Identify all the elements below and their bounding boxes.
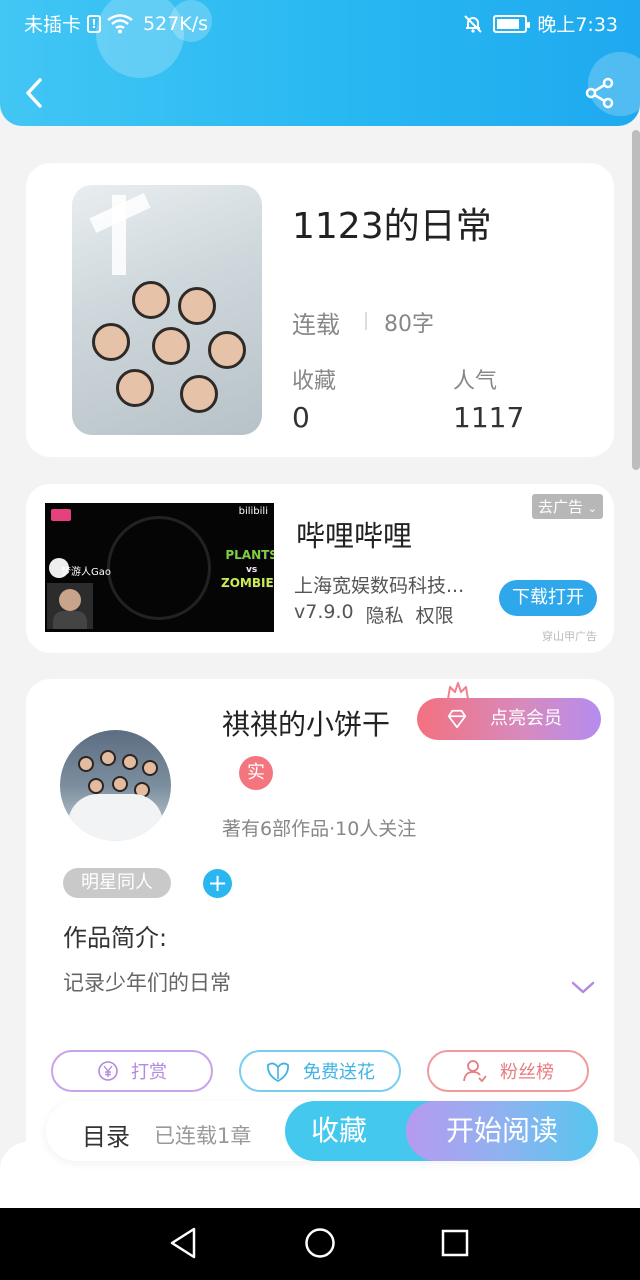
intro-text: 记录少年们的日常	[63, 971, 231, 995]
nav-back-icon[interactable]	[168, 1226, 198, 1260]
nav-recents-icon[interactable]	[441, 1229, 469, 1257]
status-bar-right: 晚上7:33	[463, 10, 618, 37]
flower-label: 免费送花	[303, 1062, 375, 1083]
book-title: 1123的日常	[292, 206, 492, 247]
fans-rank-button[interactable]: 粉丝榜	[427, 1050, 589, 1092]
table-of-contents-button[interactable]: 目录	[82, 1117, 130, 1152]
cover-group-photo	[82, 275, 252, 425]
mute-bell-icon	[464, 14, 483, 33]
chevron-down-icon: ⌄	[587, 502, 598, 515]
free-flower-button[interactable]: 免费送花	[239, 1050, 401, 1092]
fans-user-icon	[463, 1060, 487, 1083]
ad-thumb-logo: bilibili	[238, 506, 268, 517]
book-cover-image[interactable]	[72, 185, 262, 435]
divider	[365, 312, 367, 330]
game-logo-line1: PLANTS	[225, 548, 274, 562]
sim-alert-icon: !	[87, 14, 102, 33]
clock-text: 晚上7:33	[537, 14, 618, 36]
tip-label: 打赏	[131, 1062, 167, 1083]
flower-icon	[267, 1062, 289, 1082]
ad-privacy-link[interactable]: 隐私	[366, 601, 404, 628]
ad-permissions-link[interactable]: 权限	[416, 601, 454, 628]
nav-home-icon[interactable]	[304, 1227, 336, 1259]
game-logo: PLANTS vs ZOMBIES	[221, 549, 274, 590]
book-word-count: 80字	[384, 312, 434, 337]
scrollbar[interactable]	[632, 130, 640, 470]
intro-heading: 作品简介:	[63, 924, 168, 952]
book-status: 连载	[292, 311, 340, 339]
fans-label: 粉丝榜	[500, 1062, 554, 1083]
ad-company: 上海宽娱数码科技...	[294, 575, 465, 597]
app-logo-icon	[51, 509, 71, 521]
author-stats: 著有6部作品·10人关注	[222, 818, 417, 840]
chapters-count: 已连载1章	[154, 1124, 252, 1148]
yen-circle-icon	[98, 1061, 118, 1081]
cover-title-stroke	[112, 195, 126, 275]
game-logo-line2: ZOMBIES	[221, 576, 274, 590]
game-logo-vs: vs	[246, 565, 258, 575]
network-speed: 527K/s	[143, 12, 209, 35]
remove-ad-button[interactable]: 去广告 ⌄	[532, 494, 604, 519]
battery-icon	[493, 14, 531, 33]
loading-ring	[107, 516, 211, 620]
wifi-icon	[107, 13, 133, 33]
share-icon[interactable]	[584, 77, 616, 109]
expand-chevron-icon[interactable]	[570, 980, 596, 996]
player-camera	[47, 583, 93, 629]
player-name: 梦游人Gao	[61, 567, 111, 578]
system-navigation-bar	[0, 1208, 640, 1280]
ad-version: v7.9.0	[294, 601, 354, 623]
author-name[interactable]: 祺祺的小饼干	[222, 703, 390, 743]
light-up-vip-button[interactable]: 点亮会员	[417, 698, 601, 740]
add-tag-button[interactable]: +	[203, 869, 232, 898]
favorites-value: 0	[292, 401, 310, 434]
header-banner: 未插卡 ! 527K/s 晚上7:33	[0, 0, 640, 126]
carrier-text: 未插卡	[24, 14, 82, 36]
popularity-value: 1117	[453, 401, 525, 434]
favorites-label: 收藏	[292, 369, 337, 394]
ad-meta: v7.9.0 隐私 权限	[294, 601, 454, 628]
chevron-left-icon[interactable]	[22, 76, 48, 110]
remove-ad-label: 去广告	[538, 498, 584, 516]
diamond-icon	[447, 709, 467, 729]
author-avatar[interactable]	[60, 730, 171, 841]
ad-source-label: 穿山甲广告	[542, 630, 597, 643]
status-bar-left: 未插卡 ! 527K/s	[24, 10, 208, 37]
genre-tag[interactable]: 明星同人	[63, 868, 171, 898]
download-open-button[interactable]: 下载打开	[499, 580, 597, 616]
ad-title[interactable]: 哔哩哔哩	[296, 513, 412, 555]
verified-badge: 实	[239, 756, 273, 790]
start-reading-button[interactable]: 开始阅读	[406, 1101, 598, 1161]
vip-label: 点亮会员	[490, 708, 562, 729]
popularity-label: 人气	[453, 369, 498, 394]
ad-video-thumbnail[interactable]: bilibili 梦游人Gao PLANTS vs ZOMBIES	[45, 503, 274, 632]
tip-button[interactable]: 打赏	[51, 1050, 213, 1092]
